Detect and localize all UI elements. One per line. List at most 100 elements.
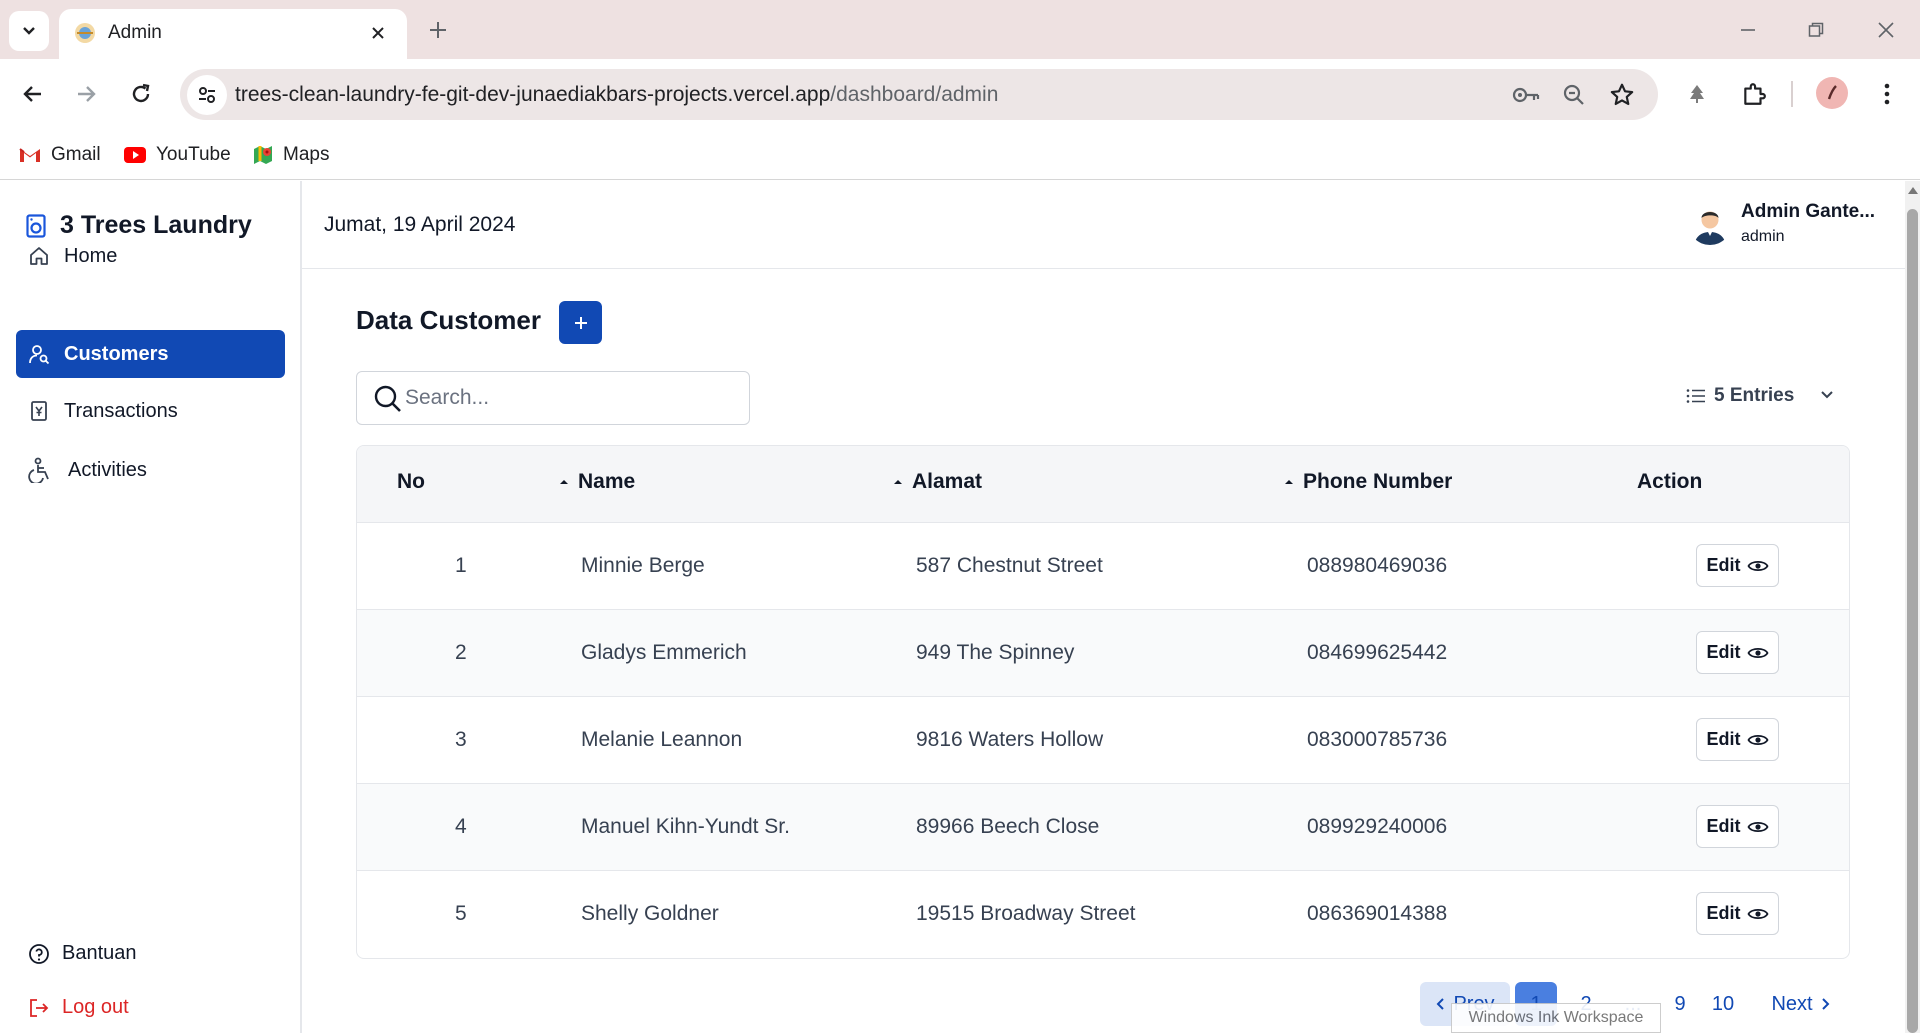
- forward-button[interactable]: [66, 74, 106, 114]
- restore-icon: [1808, 22, 1824, 37]
- pagination-page[interactable]: 10: [1705, 982, 1741, 1026]
- profile-avatar-icon: [1827, 85, 1837, 100]
- edit-label: Edit: [1706, 816, 1741, 836]
- column-label: No: [397, 470, 425, 493]
- chevron-down-icon: [23, 27, 35, 35]
- sidebar-item-activities[interactable]: Activities: [16, 446, 285, 494]
- activities-icon: [28, 457, 49, 483]
- sidebar-item-home[interactable]: Home: [16, 232, 285, 280]
- edit-button[interactable]: Edit: [1696, 805, 1779, 848]
- tab-close-button[interactable]: [363, 18, 393, 48]
- help-link[interactable]: Bantuan: [28, 942, 137, 965]
- scrollbar-thumb[interactable]: [1907, 209, 1918, 1033]
- edit-label: Edit: [1706, 903, 1741, 923]
- cell-alamat: 89966 Beech Close: [916, 815, 1100, 838]
- back-button[interactable]: [13, 74, 53, 114]
- cell-no: 2: [455, 641, 467, 664]
- star-icon: [1610, 83, 1634, 106]
- column-header-name[interactable]: Name: [558, 470, 635, 494]
- customers-icon: [29, 345, 50, 365]
- help-icon: [29, 943, 49, 964]
- page-scrollbar[interactable]: [1905, 181, 1920, 1033]
- chevron-right-icon: [1821, 998, 1829, 1010]
- close-icon: [372, 27, 384, 39]
- eye-icon: [1746, 908, 1769, 919]
- url-path: /dashboard/admin: [830, 83, 999, 106]
- column-header-action: Action: [1637, 470, 1702, 494]
- tab-search-button[interactable]: [9, 11, 49, 51]
- tune-icon: [199, 87, 215, 103]
- logout-link[interactable]: Log out: [28, 996, 129, 1019]
- extensions-button[interactable]: [1735, 75, 1773, 113]
- plus-icon: [430, 22, 446, 38]
- browser-tab[interactable]: Admin: [59, 9, 407, 59]
- cell-alamat: 19515 Broadway Street: [916, 902, 1136, 925]
- cell-name: Melanie Leannon: [581, 728, 743, 751]
- column-label: Phone Number: [1303, 470, 1453, 493]
- column-label: Action: [1637, 470, 1703, 493]
- cell-name: Shelly Goldner: [581, 902, 719, 925]
- extension-tree-button[interactable]: [1678, 75, 1716, 113]
- add-customer-button[interactable]: [559, 301, 602, 344]
- browser-menu-button[interactable]: [1868, 75, 1906, 113]
- column-label: Alamat: [912, 470, 983, 493]
- eye-icon: [1746, 560, 1769, 571]
- cell-name: Minnie Berge: [581, 554, 705, 577]
- cell-no: 3: [455, 728, 467, 751]
- sidebar-item-label: Customers: [64, 342, 169, 365]
- bookmark-gmail[interactable]: Gmail: [18, 139, 101, 171]
- edit-label: Edit: [1706, 555, 1741, 575]
- search-icon: [374, 385, 401, 412]
- profile-avatar-button[interactable]: [1816, 77, 1848, 109]
- edit-button[interactable]: Edit: [1696, 892, 1779, 935]
- minimize-icon: [1741, 29, 1755, 31]
- edit-button[interactable]: Edit: [1696, 718, 1779, 761]
- sidebar-item-customers[interactable]: Customers: [16, 330, 285, 378]
- close-icon: [1878, 22, 1894, 38]
- sidebar-item-label: Activities: [68, 458, 147, 481]
- cell-name: Gladys Emmerich: [581, 641, 747, 664]
- restore-window-button[interactable]: [1796, 12, 1836, 48]
- column-header-phone[interactable]: Phone Number: [1283, 470, 1452, 494]
- avatar[interactable]: [1688, 201, 1732, 245]
- bookmark-youtube[interactable]: YouTube: [123, 139, 231, 171]
- cell-no: 1: [455, 554, 467, 577]
- bookmark-label: Gmail: [51, 144, 101, 165]
- eye-icon: [1746, 734, 1769, 745]
- cell-phone: 088980469036: [1307, 554, 1448, 577]
- search-input[interactable]: [405, 380, 735, 416]
- chevron-down-icon: [1821, 391, 1833, 399]
- pagination-page[interactable]: 9: [1664, 982, 1696, 1026]
- column-header-alamat[interactable]: Alamat: [892, 470, 982, 494]
- bookmark-star-button[interactable]: [1606, 79, 1638, 111]
- url-host: trees-clean-laundry-fe-git-dev-junaediak…: [235, 83, 831, 106]
- home-icon: [30, 247, 48, 265]
- address-bar[interactable]: trees-clean-laundry-fe-git-dev-junaediak…: [180, 69, 1658, 120]
- eye-icon: [1746, 647, 1769, 658]
- table-header: No Name Alamat Phone Number Action: [357, 446, 1849, 523]
- zoom-button[interactable]: [1558, 79, 1590, 111]
- edit-button[interactable]: Edit: [1696, 544, 1779, 587]
- cell-name: Manuel Kihn-Yundt Sr.: [581, 815, 790, 838]
- current-date: Jumat, 19 April 2024: [324, 213, 516, 236]
- maps-icon: [254, 146, 272, 164]
- passwords-button[interactable]: [1510, 79, 1542, 111]
- new-tab-button[interactable]: [422, 14, 454, 46]
- entries-select[interactable]: 5 Entries: [1686, 381, 1836, 411]
- edit-button[interactable]: Edit: [1696, 631, 1779, 674]
- close-window-button[interactable]: [1866, 12, 1906, 48]
- reload-button[interactable]: [121, 74, 161, 114]
- top-header: Jumat, 19 April 2024 Admin Gante... admi…: [302, 181, 1905, 269]
- scroll-up-arrow[interactable]: [1908, 187, 1918, 194]
- sidebar-item-transactions[interactable]: Transactions: [16, 387, 285, 435]
- cell-no: 5: [455, 902, 467, 925]
- site-info-button[interactable]: [187, 75, 227, 115]
- zoom-icon: [1563, 84, 1584, 105]
- bookmark-maps[interactable]: Maps: [252, 139, 329, 171]
- edit-label: Edit: [1706, 729, 1741, 749]
- minimize-window-button[interactable]: [1728, 12, 1768, 48]
- transactions-icon: [31, 401, 47, 421]
- pagination-next-button[interactable]: Next: [1760, 982, 1842, 1026]
- table-row: 1 Minnie Berge 587 Chestnut Street 08898…: [357, 523, 1849, 610]
- laundry-favicon-icon: [75, 23, 95, 43]
